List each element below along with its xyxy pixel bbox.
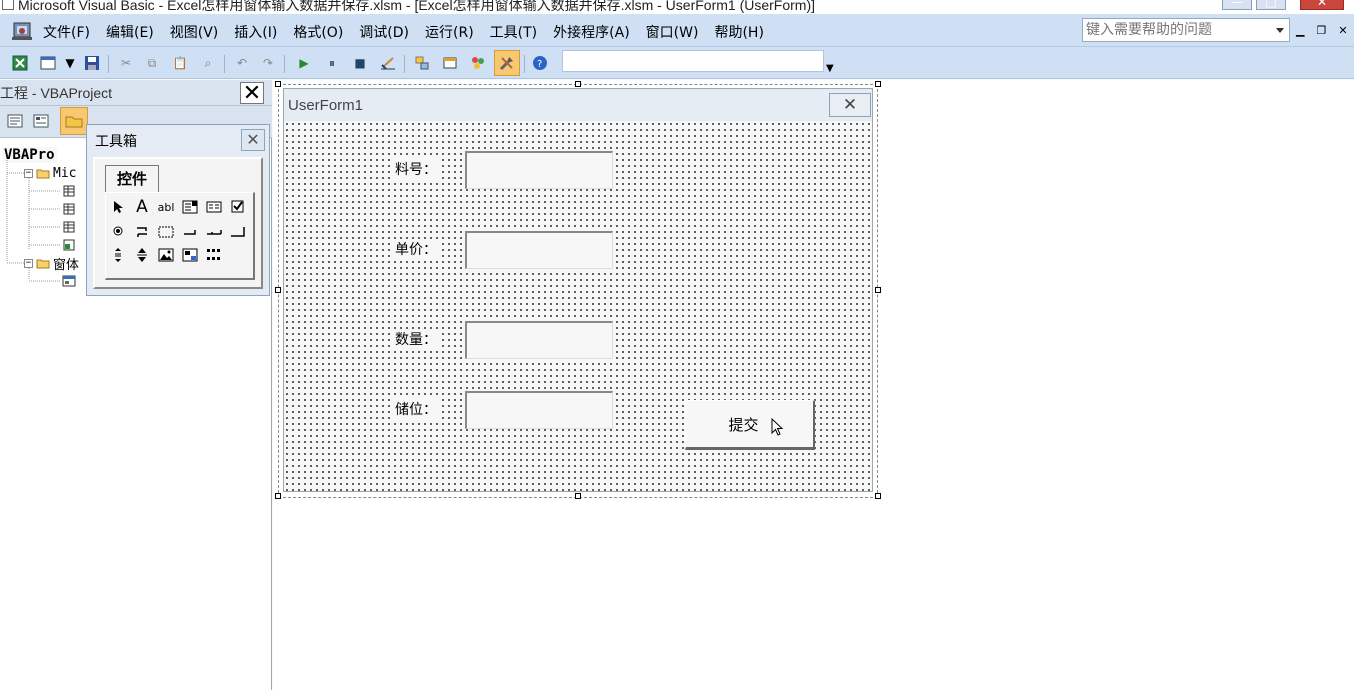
find-icon[interactable]: ⌕ [198,53,218,73]
tabstrip-tool-icon[interactable] [204,221,224,241]
properties-window-icon[interactable] [440,53,460,73]
minimize-button[interactable]: — [1222,0,1252,10]
resize-handle[interactable] [875,287,881,293]
svg-text:?: ? [537,59,542,70]
mdi-minimize-icon[interactable]: ▁ [1296,24,1304,37]
view-excel-icon[interactable] [10,53,30,73]
refedit-tool-icon[interactable] [180,245,200,265]
system-menu-icon[interactable] [2,0,14,10]
cut-icon[interactable]: ✂ [116,53,136,73]
view-code-icon[interactable] [4,111,26,131]
image-tool-icon[interactable] [156,245,176,265]
window-title: Microsoft Visual Basic - Excel怎样用窗体输入数据并… [18,0,816,13]
more-controls-icon[interactable] [204,245,224,265]
project-explorer-title: 工程 - VBAProject [0,85,113,101]
paste-icon[interactable]: 📋 [170,53,190,73]
break-icon[interactable]: ⏸ [322,53,342,73]
help-search-input[interactable] [1083,19,1269,41]
maximize-button[interactable]: □ [1256,0,1286,10]
reset-icon[interactable]: ■ [350,53,370,73]
checkbox-tool-icon[interactable] [228,197,248,217]
close-button[interactable]: ✕ [1300,0,1344,10]
userform-title: UserForm1 [288,97,364,114]
view-object-icon[interactable] [30,111,52,131]
menu-debug[interactable]: 调试(D) [359,22,409,42]
toolbox-window: 工具箱 ✕ 控件 A abl [86,124,270,296]
multipage-tool-icon[interactable] [228,221,248,241]
location-textbox[interactable] [465,391,613,429]
standard-toolbar: ▼ ✂ ⧉ 📋 ⌕ ↶ ↷ ▶ ⏸ ■ ? ▼ [0,47,1354,79]
menu-edit[interactable]: 编辑(E) [106,22,154,42]
resize-handle[interactable] [275,287,281,293]
redo-icon[interactable]: ↷ [258,53,278,73]
quantity-label[interactable]: 数量： [393,329,439,349]
part-number-label[interactable]: 料号： [393,159,439,179]
location-label[interactable]: 储位： [393,399,439,419]
spinbutton-tool-icon[interactable] [132,245,152,265]
menu-addins[interactable]: 外接程序(A) [553,22,630,42]
resize-handle[interactable] [575,493,581,499]
menu-help[interactable]: 帮助(H) [714,22,763,42]
close-icon[interactable]: ✕ [829,93,871,117]
menu-view[interactable]: 视图(V) [170,22,219,42]
mdi-restore-icon[interactable]: ❐ [1316,24,1326,37]
menu-tools[interactable]: 工具(T) [490,22,537,42]
togglebutton-tool-icon[interactable] [132,221,152,241]
undo-icon[interactable]: ↶ [232,53,252,73]
resize-handle[interactable] [875,493,881,499]
unit-price-textbox[interactable] [465,231,613,269]
controls-page: A abl [105,192,255,280]
submit-button[interactable]: 提交 [685,400,815,450]
title-bar: Microsoft Visual Basic - Excel怎样用窗体输入数据并… [0,0,1354,14]
listbox-tool-icon[interactable] [204,197,224,217]
location-field[interactable] [562,50,824,72]
textbox-tool-icon[interactable]: abl [156,197,176,217]
resize-handle[interactable] [875,81,881,87]
save-icon[interactable] [82,53,102,73]
menu-run[interactable]: 运行(R) [425,22,474,42]
insert-userform-icon[interactable] [38,53,58,73]
toolbar-options-icon[interactable]: ▼ [826,63,834,74]
design-mode-icon[interactable] [378,53,398,73]
dropdown-arrow-icon[interactable]: ▼ [60,53,80,73]
commandbutton-tool-icon[interactable] [180,221,200,241]
close-icon[interactable]: ✕ [240,82,264,105]
combobox-tool-icon[interactable] [180,197,200,217]
mouse-cursor-icon [771,418,784,436]
frame-tool-icon[interactable] [156,221,176,241]
menu-file[interactable]: 文件(F) [43,22,90,42]
tab-controls[interactable]: 控件 [105,165,159,193]
project-explorer-icon[interactable] [412,53,432,73]
help-icon[interactable]: ? [530,53,550,73]
resize-handle[interactable] [275,493,281,499]
menu-window[interactable]: 窗口(W) [646,22,699,42]
copy-icon[interactable]: ⧉ [142,53,162,73]
menu-format[interactable]: 格式(O) [293,22,343,42]
unit-price-label[interactable]: 单价： [393,239,439,259]
menu-insert[interactable]: 插入(I) [234,22,277,42]
resize-handle[interactable] [575,81,581,87]
resize-handle[interactable] [275,81,281,87]
vba-app-icon [12,22,32,40]
run-icon[interactable]: ▶ [294,53,314,73]
object-browser-icon[interactable] [468,53,488,73]
pointer-icon[interactable] [108,197,128,217]
toggle-folders-icon[interactable] [60,107,88,135]
menu-bar: 文件(F) 编辑(E) 视图(V) 插入(I) 格式(O) 调试(D) 运行(R… [0,14,1354,47]
toolbox-title: 工具箱 [95,134,137,150]
userform-titlebar: UserForm1 ✕ [284,89,872,121]
mdi-close-icon[interactable]: ✕ [1338,24,1347,37]
optionbutton-tool-icon[interactable] [108,221,128,241]
tree-lines [6,160,60,282]
close-icon[interactable]: ✕ [241,129,265,151]
toolbox-icon[interactable] [494,50,520,76]
chevron-down-icon[interactable] [1271,19,1289,41]
part-number-textbox[interactable] [465,151,613,189]
label-tool-icon[interactable]: A [132,197,152,217]
quantity-textbox[interactable] [465,321,613,359]
help-search-box [1082,18,1290,42]
scrollbar-tool-icon[interactable] [108,245,128,265]
userform-window[interactable]: UserForm1 ✕ 料号： 单价： 数量： 储位： 提交 [283,88,873,492]
userform-canvas[interactable]: 料号： 单价： 数量： 储位： 提交 [284,121,872,491]
